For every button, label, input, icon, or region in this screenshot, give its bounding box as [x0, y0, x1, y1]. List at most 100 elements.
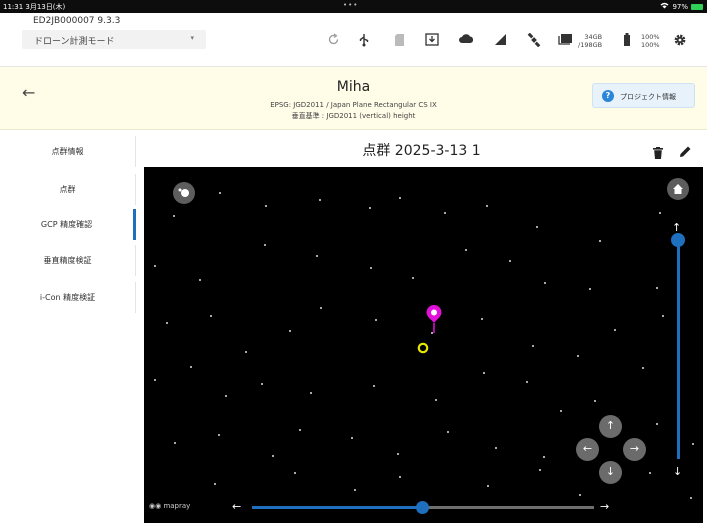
- point-cloud-dot: [649, 472, 651, 474]
- status-bar: 11:31 3月13日(木) ••• 97%: [0, 0, 707, 13]
- gcp-marker-icon[interactable]: [425, 304, 443, 338]
- vertical-slider-track[interactable]: [677, 239, 680, 459]
- status-dots: •••: [343, 1, 359, 9]
- sidebar-item-pointcloud[interactable]: 点群: [0, 174, 136, 205]
- chevron-down-icon: ▾: [190, 34, 194, 42]
- status-battery-icon: [691, 3, 703, 10]
- sidebar: 点群情報 点群 GCP 精度確認 垂直精度検証 i-Con 精度検証: [0, 130, 136, 528]
- point-cloud-dot: [589, 288, 591, 290]
- app-root: 11:31 3月13日(木) ••• 97% ED2JB000007 9.3.3…: [0, 0, 707, 528]
- point-cloud-dot: [536, 226, 538, 228]
- home-button[interactable]: [667, 178, 689, 200]
- pan-up-button[interactable]: ↑: [599, 415, 622, 438]
- point-cloud-dot: [210, 315, 212, 317]
- sd-card-icon[interactable]: [392, 33, 406, 47]
- point-cloud-dot: [412, 277, 414, 279]
- storage-icon: [558, 33, 572, 47]
- device-id: ED2JB000007 9.3.3: [33, 16, 121, 26]
- point-cloud-dot: [483, 372, 485, 374]
- arrow-right-icon[interactable]: →: [600, 500, 609, 513]
- point-cloud-dot: [509, 260, 511, 262]
- point-cloud-dot: [532, 345, 534, 347]
- point-cloud-dot: [690, 497, 692, 499]
- point-cloud-dot: [166, 322, 168, 324]
- point-cloud-dot: [199, 279, 201, 281]
- point-cloud-dot: [495, 447, 497, 449]
- horizontal-slider-track[interactable]: [422, 506, 594, 509]
- pan-right-button[interactable]: →: [623, 438, 646, 461]
- battery-percent: 97%: [672, 2, 688, 11]
- signal-icon[interactable]: [493, 33, 507, 47]
- trash-icon[interactable]: [653, 144, 663, 163]
- point-cloud-dot: [447, 431, 449, 433]
- mode-select[interactable]: ドローン計測モード ▾: [22, 30, 206, 49]
- compass-icon: [177, 188, 191, 203]
- storage-free: 34GB: [584, 33, 603, 41]
- point-cloud-dot: [399, 476, 401, 478]
- point-cloud-dot: [316, 255, 318, 257]
- point-cloud-dot: [375, 319, 377, 321]
- sidebar-item-icon-check[interactable]: i-Con 精度検証: [0, 282, 136, 313]
- usb-icon[interactable]: [357, 33, 371, 47]
- point-cloud-dot: [599, 240, 601, 242]
- point-cloud-dot: [299, 429, 301, 431]
- mode-select-value: ドローン計測モード: [34, 37, 115, 47]
- project-info-button[interactable]: ? プロジェクト情報: [592, 83, 695, 108]
- point-cloud-dot: [659, 212, 661, 214]
- arrow-down-icon[interactable]: ↓: [673, 465, 682, 478]
- vertical-slider-thumb[interactable]: [671, 233, 685, 247]
- point-cloud-dot: [397, 453, 399, 455]
- point-cloud-dot: [261, 383, 263, 385]
- cloud-icon[interactable]: [458, 33, 474, 47]
- point-cloud-dot: [289, 330, 291, 332]
- top-toolbar: ED2JB000007 9.3.3 ドローン計測モード ▾ 34GB /198G…: [0, 13, 707, 67]
- point-cloud-dot: [579, 494, 581, 496]
- satellite-icon[interactable]: [527, 32, 541, 48]
- point-cloud-dot: [543, 456, 545, 458]
- status-time: 11:31 3月13日(木): [3, 3, 66, 11]
- point-cloud-dot: [225, 395, 227, 397]
- battery-icon: [620, 33, 634, 47]
- sidebar-item-gcp-check[interactable]: GCP 精度確認: [0, 209, 136, 240]
- edit-icon[interactable]: [679, 143, 692, 162]
- settings-icon[interactable]: [673, 33, 687, 47]
- point-cloud-dot: [354, 489, 356, 491]
- sidebar-item-label: GCP 精度確認: [40, 220, 93, 229]
- project-vertical-datum: 垂直基準 : JGD2011 (vertical) height: [291, 112, 416, 120]
- download-icon[interactable]: [425, 33, 439, 47]
- sidebar-item-label: 垂直精度検証: [43, 256, 92, 265]
- pointcloud-viewer[interactable]: ↑ ↓ ↑ ← → ↓ ← → ◉◉ mapray: [144, 167, 703, 523]
- point-cloud-dot: [656, 423, 658, 425]
- point-cloud-dot: [272, 455, 274, 457]
- pan-down-button[interactable]: ↓: [599, 461, 622, 484]
- pan-left-button[interactable]: ←: [576, 438, 599, 461]
- point-cloud-dot: [154, 265, 156, 267]
- point-cloud-dot: [264, 244, 266, 246]
- chevron-up-icon: ↑: [605, 419, 616, 432]
- storage-total: /198GB: [578, 41, 603, 49]
- logo-text: mapray: [163, 502, 191, 510]
- sidebar-item-vertical-check[interactable]: 垂直精度検証: [0, 245, 136, 276]
- point-cloud-dot: [526, 381, 528, 383]
- point-cloud-dot: [265, 205, 267, 207]
- point-cloud-dot: [594, 400, 596, 402]
- sidebar-item-label: 点群: [59, 185, 76, 194]
- chevron-left-icon: ←: [582, 442, 593, 455]
- refresh-icon[interactable]: [326, 33, 340, 47]
- point-cloud-dot: [486, 205, 488, 207]
- horizontal-slider-fill[interactable]: [252, 506, 422, 509]
- compass-button[interactable]: [173, 182, 195, 204]
- point-cloud-dot: [319, 199, 321, 201]
- horizontal-slider-thumb[interactable]: [416, 501, 429, 514]
- page-title: 点群 2025-3-13 1: [362, 143, 481, 159]
- battery-line2: 100%: [641, 41, 660, 49]
- point-cloud-dot: [465, 249, 467, 251]
- point-cloud-dot: [656, 287, 658, 289]
- point-cloud-dot: [642, 367, 644, 369]
- point-cloud-dot: [218, 434, 220, 436]
- arrow-left-icon[interactable]: ←: [232, 500, 241, 513]
- point-cloud-dot: [154, 379, 156, 381]
- point-cloud-dot: [539, 469, 541, 471]
- sidebar-item-pointcloud-info[interactable]: 点群情報: [0, 136, 136, 167]
- point-cloud-dot: [174, 442, 176, 444]
